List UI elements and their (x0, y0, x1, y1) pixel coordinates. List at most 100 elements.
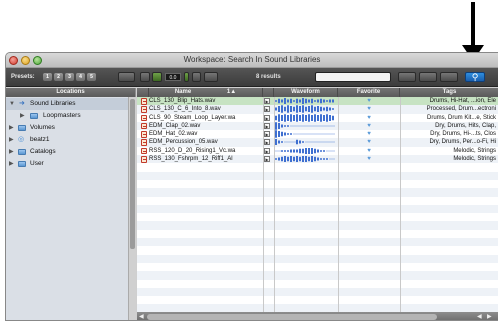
table-row[interactable] (137, 221, 498, 230)
waveform-cell[interactable] (275, 130, 337, 138)
favorite-heart-icon[interactable]: ♥ (339, 114, 399, 122)
waveform-graphic (275, 98, 334, 104)
scroll-left-icon[interactable]: ◀ (477, 313, 482, 320)
expand-triangle-icon[interactable]: ▼ (9, 98, 15, 110)
scroll-right-icon[interactable]: ▶ (487, 313, 492, 320)
table-row[interactable] (137, 171, 498, 180)
table-row[interactable] (137, 229, 498, 239)
table-row[interactable] (137, 304, 498, 312)
table-row[interactable]: RSS_130_Fshrpm_12_Riff1_Al ▶ ♥ Melodic, Str… (137, 155, 498, 164)
play-icon[interactable]: ▶ (264, 98, 270, 104)
table-row[interactable] (137, 279, 498, 288)
location-beatz1[interactable]: ▶ ◎ beatz1 (6, 134, 135, 146)
collapse-triangle-icon[interactable]: ▶ (9, 146, 14, 158)
preview-cell: ▶ (264, 105, 272, 113)
location-loopmasters[interactable]: ▶ Loopmasters (6, 110, 135, 122)
waveform-cell[interactable] (275, 155, 337, 163)
table-row[interactable] (137, 188, 498, 197)
table-row[interactable] (137, 262, 498, 272)
search-icon: ⚲ (471, 72, 479, 82)
favorite-heart-icon[interactable]: ♥ (339, 130, 399, 138)
table-row[interactable]: EDM_Hat_02.wav ▶ ♥ Dry, Drums, Hi-...ts, Cl… (137, 130, 498, 139)
location-label: Loopmasters (43, 112, 81, 119)
horizontal-scrollbar[interactable]: ◀ ◀ ▶ (137, 312, 498, 320)
scrollbar-thumb[interactable] (130, 99, 135, 249)
table-row[interactable] (137, 246, 498, 255)
table-row[interactable] (137, 196, 498, 205)
waveform-graphic (275, 122, 335, 130)
location-user[interactable]: ▶ User (6, 158, 135, 170)
preset-button-4[interactable]: 4 (76, 73, 85, 81)
play-icon[interactable]: ▶ (264, 156, 270, 163)
location-sound-libraries[interactable]: ▼ ➜ Sound Libraries (6, 98, 135, 110)
file-type-cell (139, 155, 149, 163)
table-row[interactable]: EDM_Percussion_05.wav ▶ ♥ Dry, Drums, Per..… (137, 138, 498, 147)
column-header-tags[interactable]: Tags (400, 88, 498, 97)
table-row[interactable]: CLS_130_Blip_Hats.wav ▶ ♥ Drums, Hi-Hat, ..… (137, 97, 498, 106)
collapse-triangle-icon[interactable]: ▶ (9, 122, 14, 134)
table-row[interactable]: CLS_90_Steam_Loop_Layer.wa ▶ ♥ Drums, Drum … (137, 113, 498, 122)
table-row[interactable]: CLS_130_C_6_Into_8.wav ▶ ♥ Processed, Drum.… (137, 105, 498, 114)
table-row[interactable] (137, 163, 498, 172)
favorite-heart-icon[interactable]: ♥ (339, 155, 399, 163)
play-icon[interactable]: ▶ (264, 106, 270, 113)
waveform-cell[interactable] (275, 105, 337, 114)
column-header-name[interactable]: Name 1▲ (149, 88, 263, 97)
location-catalogs[interactable]: ▶ Catalogs (6, 146, 135, 158)
table-row[interactable] (137, 287, 498, 297)
clear-search-button[interactable] (398, 72, 416, 82)
column-icon-header[interactable] (137, 88, 149, 97)
collapse-triangle-icon[interactable]: ▶ (9, 158, 14, 170)
file-tags: Drums, Drum Kit...e, Stick (426, 114, 496, 121)
preset-button-5[interactable]: 5 (87, 73, 96, 81)
column-header-favorite[interactable]: Favorite (338, 88, 400, 97)
favorite-heart-icon[interactable]: ♥ (339, 122, 399, 130)
view-toggle-button[interactable] (118, 72, 135, 82)
search-options-button[interactable] (440, 72, 458, 82)
preset-button-3[interactable]: 3 (65, 73, 74, 81)
table-row[interactable] (137, 271, 498, 280)
column-header-play[interactable] (263, 88, 274, 97)
preset-button-2[interactable]: 2 (54, 73, 63, 81)
table-row[interactable]: EDM_Clap_02.wav ▶ ♥ Dry, Drums, Hits, Clap, (137, 121, 498, 131)
play-icon[interactable]: ▶ (264, 139, 270, 146)
preset-button-1[interactable]: 1 (43, 73, 52, 81)
location-volumes[interactable]: ▶ Volumes (6, 122, 135, 134)
waveform-cell[interactable] (275, 97, 337, 105)
play-icon[interactable]: ▶ (264, 131, 270, 138)
table-row[interactable] (137, 213, 498, 222)
play-preview-button[interactable] (152, 72, 162, 82)
file-tags: Melodic, Strings (453, 156, 496, 163)
play-icon[interactable]: ▶ (264, 147, 270, 154)
table-row[interactable] (137, 179, 498, 189)
locations-scrollbar[interactable] (128, 97, 136, 320)
favorite-heart-icon[interactable]: ♥ (339, 138, 399, 146)
waveform-cell[interactable] (275, 113, 337, 122)
favorite-heart-icon[interactable]: ♥ (339, 147, 399, 155)
audio-file-icon (141, 122, 147, 130)
table-row[interactable] (137, 296, 498, 305)
table-row[interactable]: RSS_120_D_20_Rising1_Vc.wa ▶ ♥ Melodic, Str… (137, 146, 498, 156)
table-row[interactable] (137, 238, 498, 247)
waveform-cell[interactable] (275, 147, 337, 155)
loop-toggle-button[interactable] (140, 72, 150, 82)
preview-volume-field[interactable]: 0.0 (165, 73, 181, 81)
preview-cell: ▶ (264, 138, 272, 146)
scrollbar-thumb[interactable] (147, 314, 437, 320)
waveform-cell[interactable] (275, 122, 337, 130)
search-input[interactable] (315, 72, 391, 82)
table-row[interactable] (137, 254, 498, 263)
collapse-triangle-icon[interactable]: ▶ (20, 110, 25, 122)
play-icon[interactable]: ▶ (264, 122, 270, 129)
scroll-left-icon[interactable]: ◀ (139, 313, 144, 320)
favorite-heart-icon[interactable]: ♥ (339, 97, 399, 105)
favorite-heart-icon[interactable]: ♥ (339, 105, 399, 113)
waveform-cell[interactable] (275, 138, 337, 146)
table-row[interactable] (137, 204, 498, 214)
audio-options-button[interactable] (204, 72, 218, 82)
audio-output-button[interactable] (192, 72, 201, 82)
column-header-waveform[interactable]: Waveform (274, 88, 338, 97)
advanced-search-button[interactable] (419, 72, 437, 82)
play-icon[interactable]: ▶ (264, 114, 270, 121)
collapse-triangle-icon[interactable]: ▶ (9, 134, 14, 146)
